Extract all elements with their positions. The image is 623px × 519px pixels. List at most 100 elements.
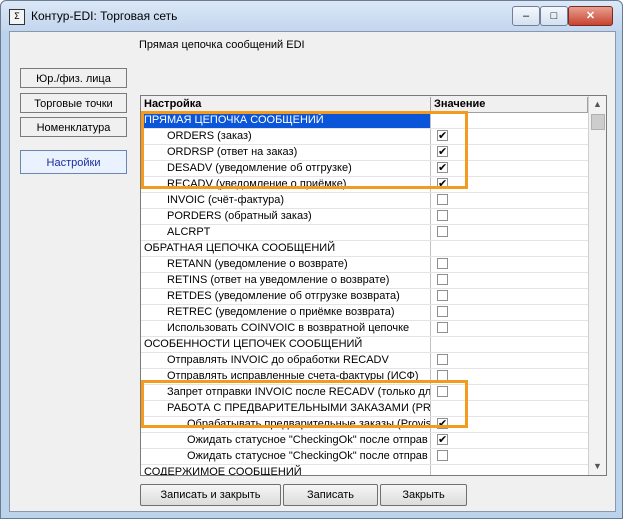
setting-row[interactable]: RECADV (уведомление о приёмке) ✔ bbox=[141, 177, 588, 193]
setting-label: Использовать COINVOIC в возвратной цепоч… bbox=[141, 321, 431, 336]
setting-value-cell bbox=[431, 113, 588, 128]
setting-label: РАБОТА С ПРЕДВАРИТЕЛЬНЫМИ ЗАКАЗАМИ (PR bbox=[141, 401, 431, 416]
nav-settings-button[interactable]: Настройки bbox=[20, 150, 127, 174]
unchecked-checkbox[interactable] bbox=[437, 258, 448, 269]
checked-checkbox[interactable]: ✔ bbox=[437, 146, 448, 157]
close-window-button[interactable]: ✕ bbox=[568, 6, 613, 26]
setting-row[interactable]: Запрет отправки INVOIC после RECADV (тол… bbox=[141, 385, 588, 401]
setting-label: DESADV (уведомление об отгрузке) bbox=[141, 161, 431, 176]
setting-label: СОДЕРЖИМОЕ СООБЩЕНИЙ bbox=[141, 465, 431, 475]
setting-value-cell: ✔ bbox=[431, 433, 588, 448]
setting-value-cell bbox=[431, 321, 588, 336]
checked-checkbox[interactable]: ✔ bbox=[437, 434, 448, 445]
setting-value-cell bbox=[431, 273, 588, 288]
setting-label: RETINS (ответ на уведомление о возврате) bbox=[141, 273, 431, 288]
scroll-up-icon[interactable]: ▲ bbox=[589, 96, 606, 113]
setting-row[interactable]: INVOIC (счёт-фактура) bbox=[141, 193, 588, 209]
setting-value-cell bbox=[431, 449, 588, 464]
setting-value-cell bbox=[431, 369, 588, 384]
unchecked-checkbox[interactable] bbox=[437, 386, 448, 397]
setting-value-cell bbox=[431, 225, 588, 240]
unchecked-checkbox[interactable] bbox=[437, 274, 448, 285]
setting-value-cell: ✔ bbox=[431, 129, 588, 144]
setting-value-cell bbox=[431, 465, 588, 475]
setting-row[interactable]: RETANN (уведомление о возврате) bbox=[141, 257, 588, 273]
setting-value-cell: ✔ bbox=[431, 177, 588, 192]
minimize-button[interactable]: – bbox=[512, 6, 540, 26]
setting-value-cell: ✔ bbox=[431, 161, 588, 176]
page-heading: Прямая цепочка сообщений EDI bbox=[139, 39, 305, 51]
setting-label: Обрабатывать предварительные заказы (Pro… bbox=[141, 417, 431, 432]
setting-label: ПРЯМАЯ ЦЕПОЧКА СООБЩЕНИЙ bbox=[141, 113, 431, 128]
setting-label: ОСОБЕННОСТИ ЦЕПОЧЕК СООБЩЕНИЙ bbox=[141, 337, 431, 352]
save-and-close-button[interactable]: Записать и закрыть bbox=[140, 484, 281, 506]
setting-label: Отправлять INVOIC до обработки RECADV bbox=[141, 353, 431, 368]
setting-value-cell bbox=[431, 257, 588, 272]
setting-row[interactable]: Обрабатывать предварительные заказы (Pro… bbox=[141, 417, 588, 433]
setting-row[interactable]: Отправлять исправленные счета-фактуры (И… bbox=[141, 369, 588, 385]
setting-row[interactable]: Ожидать статусное "CheckingOk" после отп… bbox=[141, 449, 588, 465]
setting-row[interactable]: Ожидать статусное "CheckingOk" после отп… bbox=[141, 433, 588, 449]
setting-label: INVOIC (счёт-фактура) bbox=[141, 193, 431, 208]
column-header-setting[interactable]: Настройка bbox=[141, 97, 431, 112]
setting-row[interactable]: РАБОТА С ПРЕДВАРИТЕЛЬНЫМИ ЗАКАЗАМИ (PR bbox=[141, 401, 588, 417]
setting-row[interactable]: Использовать COINVOIC в возвратной цепоч… bbox=[141, 321, 588, 337]
setting-row[interactable]: ORDERS (заказ) ✔ bbox=[141, 129, 588, 145]
setting-row[interactable]: RETDES (уведомление об отгрузке возврата… bbox=[141, 289, 588, 305]
app-window: Σ Контур-EDI: Торговая сеть – □ ✕ Прямая… bbox=[0, 0, 623, 519]
grid-header: Настройка Значение bbox=[141, 96, 588, 113]
unchecked-checkbox[interactable] bbox=[437, 450, 448, 461]
nav-retail-points-button[interactable]: Торговые точки bbox=[20, 93, 127, 113]
scroll-down-icon[interactable]: ▼ bbox=[589, 458, 606, 475]
setting-label: ORDERS (заказ) bbox=[141, 129, 431, 144]
setting-row[interactable]: PORDERS (обратный заказ) bbox=[141, 209, 588, 225]
setting-row[interactable]: Отправлять INVOIC до обработки RECADV bbox=[141, 353, 588, 369]
section-row[interactable]: ОСОБЕННОСТИ ЦЕПОЧЕК СООБЩЕНИЙ bbox=[141, 337, 588, 353]
checked-checkbox[interactable]: ✔ bbox=[437, 178, 448, 189]
unchecked-checkbox[interactable] bbox=[437, 210, 448, 221]
unchecked-checkbox[interactable] bbox=[437, 354, 448, 365]
section-row[interactable]: СОДЕРЖИМОЕ СООБЩЕНИЙ bbox=[141, 465, 588, 475]
setting-label: ALCRPT bbox=[141, 225, 431, 240]
main-panel: Прямая цепочка сообщений EDI Юр./физ. ли… bbox=[9, 31, 616, 512]
close-button[interactable]: Закрыть bbox=[380, 484, 467, 506]
checked-checkbox[interactable]: ✔ bbox=[437, 162, 448, 173]
vertical-scrollbar[interactable]: ▲ ▼ bbox=[588, 96, 606, 475]
unchecked-checkbox[interactable] bbox=[437, 306, 448, 317]
setting-row[interactable]: ORDRSP (ответ на заказ) ✔ bbox=[141, 145, 588, 161]
checked-checkbox[interactable]: ✔ bbox=[437, 418, 448, 429]
checked-checkbox[interactable]: ✔ bbox=[437, 130, 448, 141]
unchecked-checkbox[interactable] bbox=[437, 290, 448, 301]
setting-value-cell bbox=[431, 353, 588, 368]
setting-label: RECADV (уведомление о приёмке) bbox=[141, 177, 431, 192]
unchecked-checkbox[interactable] bbox=[437, 322, 448, 333]
setting-label: Ожидать статусное "CheckingOk" после отп… bbox=[141, 433, 431, 448]
setting-row[interactable]: DESADV (уведомление об отгрузке) ✔ bbox=[141, 161, 588, 177]
setting-row[interactable]: RETREC (уведомление о приёмке возврата) bbox=[141, 305, 588, 321]
column-header-value[interactable]: Значение bbox=[431, 97, 588, 112]
settings-grid: Настройка Значение ПРЯМАЯ ЦЕПОЧКА СООБЩЕ… bbox=[140, 95, 607, 476]
setting-value-cell bbox=[431, 305, 588, 320]
setting-label: RETDES (уведомление об отгрузке возврата… bbox=[141, 289, 431, 304]
section-row[interactable]: ОБРАТНАЯ ЦЕПОЧКА СООБЩЕНИЙ bbox=[141, 241, 588, 257]
unchecked-checkbox[interactable] bbox=[437, 370, 448, 381]
setting-row[interactable]: ALCRPT bbox=[141, 225, 588, 241]
setting-row[interactable]: RETINS (ответ на уведомление о возврате) bbox=[141, 273, 588, 289]
scroll-thumb[interactable] bbox=[591, 114, 605, 130]
unchecked-checkbox[interactable] bbox=[437, 226, 448, 237]
title-bar[interactable]: Σ Контур-EDI: Торговая сеть – □ ✕ bbox=[1, 1, 622, 31]
setting-label: Отправлять исправленные счета-фактуры (И… bbox=[141, 369, 431, 384]
setting-label: RETREC (уведомление о приёмке возврата) bbox=[141, 305, 431, 320]
window-title: Контур-EDI: Торговая сеть bbox=[31, 9, 178, 23]
setting-value-cell bbox=[431, 337, 588, 352]
setting-label: ОБРАТНАЯ ЦЕПОЧКА СООБЩЕНИЙ bbox=[141, 241, 431, 256]
unchecked-checkbox[interactable] bbox=[437, 194, 448, 205]
nav-legal-entities-button[interactable]: Юр./физ. лица bbox=[20, 68, 127, 88]
save-button[interactable]: Записать bbox=[283, 484, 378, 506]
app-icon[interactable]: Σ bbox=[9, 9, 25, 25]
setting-label: ORDRSP (ответ на заказ) bbox=[141, 145, 431, 160]
maximize-button[interactable]: □ bbox=[540, 6, 568, 26]
section-row[interactable]: ПРЯМАЯ ЦЕПОЧКА СООБЩЕНИЙ bbox=[141, 113, 588, 129]
setting-value-cell bbox=[431, 385, 588, 400]
nav-nomenclature-button[interactable]: Номенклатура bbox=[20, 117, 127, 137]
